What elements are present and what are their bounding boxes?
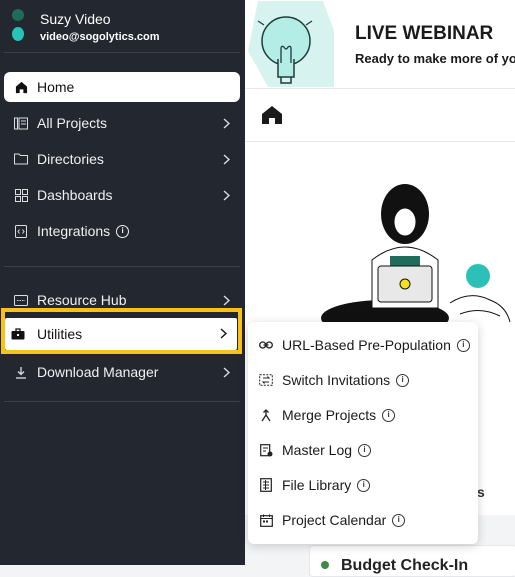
file-library-icon: [259, 478, 273, 492]
banner-subtitle: Ready to make more of yo: [355, 51, 515, 66]
budget-card-title: Budget Check-In: [341, 557, 469, 574]
nav-integrations[interactable]: Integrations i: [4, 216, 240, 246]
nav-dashboards[interactable]: Dashboards: [4, 180, 240, 210]
info-icon[interactable]: i: [358, 443, 372, 457]
info-icon[interactable]: i: [382, 408, 396, 422]
submenu-item-label: Project Calendar: [282, 512, 387, 528]
resource-hub-icon: [14, 293, 28, 307]
nav-home[interactable]: Home: [4, 72, 240, 102]
nav-home-label: Home: [37, 79, 75, 95]
brand-logo: [11, 9, 25, 43]
status-dot-icon: [321, 561, 329, 569]
banner-title: LIVE WEBINAR: [355, 23, 494, 44]
nav-resource-hub-label: Resource Hub: [37, 292, 127, 308]
chevron-right-icon: [222, 116, 230, 130]
submenu-item-label: Switch Invitations: [282, 372, 391, 388]
integrations-icon: [14, 224, 28, 238]
download-icon: [14, 365, 28, 379]
chevron-right-icon: [220, 326, 228, 342]
sidebar: Suzy Video video@sogolytics.com Home All…: [0, 0, 245, 565]
info-icon[interactable]: i: [357, 478, 371, 492]
submenu-item-project-calendar[interactable]: Project Calendar i: [248, 505, 478, 535]
submenu-item-switch-invitations[interactable]: Switch Invitations i: [248, 365, 478, 395]
merge-icon: [259, 408, 273, 422]
nav-download-manager-label: Download Manager: [37, 364, 159, 380]
submenu-item-label: Merge Projects: [282, 407, 377, 423]
projects-icon: [14, 116, 28, 130]
nav-directories-label: Directories: [37, 151, 104, 167]
submenu-item-merge-projects[interactable]: Merge Projects i: [248, 400, 478, 430]
home-icon[interactable]: [261, 105, 283, 125]
divider: [4, 266, 240, 267]
utilities-submenu: URL-Based Pre-Population i Switch Invita…: [248, 322, 478, 544]
nav-dashboards-label: Dashboards: [37, 187, 113, 203]
nav-utilities-label: Utilities: [37, 326, 83, 342]
home-icon: [14, 80, 28, 94]
info-icon[interactable]: i: [116, 224, 130, 238]
lightbulb-icon: [248, 1, 334, 87]
nav-all-projects-label: All Projects: [37, 115, 108, 131]
submenu-item-file-library[interactable]: File Library i: [248, 470, 478, 500]
submenu-item-label: Master Log: [282, 442, 353, 458]
submenu-item-master-log[interactable]: Master Log i: [248, 435, 478, 465]
divider: [4, 52, 240, 53]
webinar-banner[interactable]: LIVE WEBINAR Ready to make more of yo: [245, 0, 515, 89]
nav-download-manager[interactable]: Download Manager: [4, 357, 240, 387]
divider: [4, 401, 240, 402]
nav-utilities[interactable]: Utilities: [5, 318, 237, 350]
card-partial-text: s: [477, 484, 485, 500]
calendar-icon: [259, 513, 273, 527]
nav-integrations-label: Integrations: [37, 223, 111, 239]
user-name: Suzy Video: [40, 11, 111, 27]
info-icon[interactable]: i: [396, 373, 410, 387]
person-with-laptop-illustration: [321, 184, 511, 336]
chevron-right-icon: [222, 188, 230, 202]
info-icon[interactable]: i: [456, 338, 470, 352]
profile-header[interactable]: Suzy Video video@sogolytics.com: [0, 0, 245, 52]
link-icon: [259, 338, 273, 352]
nav-directories[interactable]: Directories: [4, 144, 240, 174]
submenu-item-label: File Library: [282, 477, 352, 493]
info-icon[interactable]: i: [392, 513, 406, 527]
breadcrumb-bar: [245, 89, 515, 142]
chevron-right-icon: [222, 152, 230, 166]
toolbox-icon: [11, 327, 25, 341]
nav-all-projects[interactable]: All Projects: [4, 108, 240, 138]
user-email: video@sogolytics.com: [40, 31, 160, 43]
chevron-right-icon: [222, 293, 230, 307]
chevron-right-icon: [222, 365, 230, 379]
submenu-item-url-pre-population[interactable]: URL-Based Pre-Population i: [248, 330, 478, 360]
switch-icon: [259, 373, 273, 387]
dashboard-icon: [14, 188, 28, 202]
submenu-item-label: URL-Based Pre-Population: [282, 337, 451, 353]
folder-icon: [14, 152, 28, 166]
log-icon: [259, 443, 273, 457]
